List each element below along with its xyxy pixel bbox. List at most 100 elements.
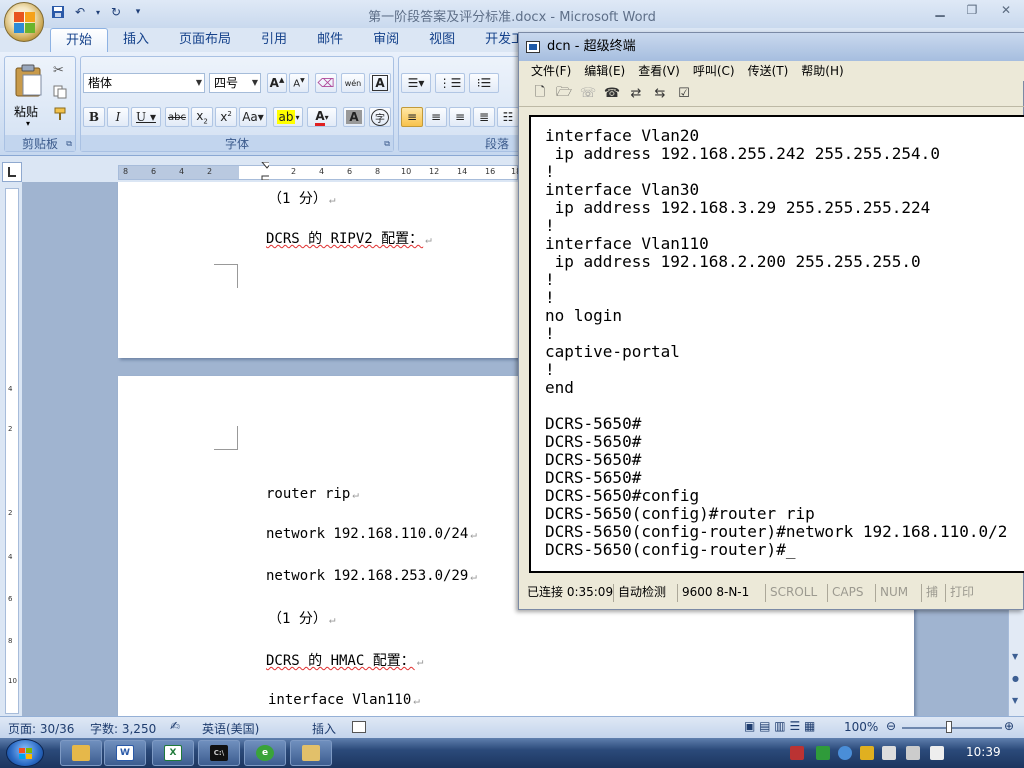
open-icon[interactable]: 🗁 xyxy=(555,85,573,103)
zoom-out-icon[interactable]: ⊖ xyxy=(886,719,896,733)
bold-button[interactable]: B xyxy=(83,107,105,127)
terminal-line: DCRS-5650(config-router)#network 192.168… xyxy=(545,522,1008,541)
customize-qat-icon[interactable]: ▾ xyxy=(130,4,146,20)
tab-home[interactable]: 开始 xyxy=(50,28,109,52)
font-size-dropdown-icon[interactable]: ▼ xyxy=(252,74,258,92)
tab-selector-button[interactable] xyxy=(2,162,22,182)
tab-mailings[interactable]: 邮件 xyxy=(302,28,358,52)
tab-references[interactable]: 引用 xyxy=(246,28,302,52)
underline-button[interactable]: U ▾ xyxy=(131,107,161,127)
menu-transfer[interactable]: 传送(T) xyxy=(748,61,789,81)
tab-insert[interactable]: 插入 xyxy=(108,28,164,52)
taskbar-cmd[interactable]: C:\ xyxy=(198,740,240,766)
paste-button[interactable]: 粘贴 ▾ xyxy=(11,61,47,131)
align-right-button[interactable]: ≡ xyxy=(449,107,471,127)
character-border-button[interactable]: A xyxy=(369,73,391,93)
justify-button[interactable]: ≣ xyxy=(473,107,495,127)
zoom-level[interactable]: 100% xyxy=(844,720,878,734)
clear-formatting-button[interactable]: ⌫ xyxy=(315,73,337,93)
distributed-button[interactable]: ☷ xyxy=(497,107,519,127)
send-icon[interactable]: ⇄ xyxy=(627,85,645,103)
tray-device-icon[interactable] xyxy=(882,746,896,760)
scroll-down-icon[interactable]: ▼ xyxy=(1012,652,1018,661)
tray-volume-icon[interactable] xyxy=(930,746,944,760)
taskbar-explorer[interactable] xyxy=(60,740,102,766)
taskbar-excel[interactable]: X xyxy=(152,740,194,766)
tray-network-icon[interactable] xyxy=(860,746,874,760)
clipboard-launcher-icon[interactable]: ⧉ xyxy=(66,139,72,149)
browse-object-icon[interactable]: ● xyxy=(1012,674,1019,683)
taskbar-browser[interactable]: e xyxy=(244,740,286,766)
align-left-button[interactable]: ≡ xyxy=(401,107,423,127)
font-name-dropdown-icon[interactable]: ▼ xyxy=(196,74,202,92)
maximize-button[interactable]: ❐ xyxy=(960,3,984,17)
tray-app-icon[interactable] xyxy=(790,746,804,760)
undo-dropdown-icon[interactable]: ▾ xyxy=(94,4,102,20)
grow-font-button[interactable]: A▲ xyxy=(267,73,287,93)
taskbar-hyperterminal[interactable] xyxy=(290,740,332,766)
font-color-button[interactable]: A ▾ xyxy=(307,107,337,127)
tab-page-layout[interactable]: 页面布局 xyxy=(164,28,246,52)
strikethrough-button[interactable]: abc xyxy=(165,107,189,127)
horizontal-ruler[interactable]: 8 6 4 2 2 4 6 8 10 12 14 16 18 xyxy=(118,162,521,180)
word-count[interactable]: 字数: 3,250 xyxy=(90,720,156,737)
vertical-ruler[interactable]: 4 2 2 4 6 8 10 xyxy=(5,188,19,714)
taskbar-word[interactable]: W xyxy=(104,740,146,766)
numbering-button[interactable]: ⋮☰ xyxy=(435,73,465,93)
menu-help[interactable]: 帮助(H) xyxy=(801,61,843,81)
tray-shield-icon[interactable] xyxy=(838,746,852,760)
taskbar-clock[interactable]: 10:39 xyxy=(966,745,1001,759)
italic-button[interactable]: I xyxy=(107,107,129,127)
language-status[interactable]: 英语(美国) xyxy=(202,720,259,737)
terminal-screen[interactable]: interface Vlan20 ip address 192.168.255.… xyxy=(529,115,1024,573)
font-size-combo[interactable]: 四号 ▼ xyxy=(209,73,261,93)
new-connection-icon[interactable]: 🗋 xyxy=(531,85,549,103)
zoom-in-icon[interactable]: ⊕ xyxy=(1004,719,1014,733)
insert-mode[interactable]: 插入 xyxy=(312,720,336,737)
zoom-slider-thumb[interactable] xyxy=(946,721,952,733)
call-icon[interactable]: ☏ xyxy=(579,85,597,103)
paste-dropdown-icon[interactable]: ▾ xyxy=(26,119,30,128)
tab-review[interactable]: 审阅 xyxy=(358,28,414,52)
font-launcher-icon[interactable]: ⧉ xyxy=(384,139,390,149)
bullets-button[interactable]: ☰▾ xyxy=(401,73,431,93)
menu-view[interactable]: 查看(V) xyxy=(638,61,680,81)
format-painter-icon[interactable] xyxy=(53,107,67,121)
disconnect-icon[interactable]: ☎ xyxy=(603,85,621,103)
enclose-characters-button[interactable]: 字 xyxy=(369,107,391,127)
tray-ime-icon[interactable] xyxy=(906,746,920,760)
cut-icon[interactable]: ✂ xyxy=(53,63,64,78)
close-button[interactable]: ✕ xyxy=(994,3,1018,17)
zoom-slider[interactable] xyxy=(902,727,1002,729)
menu-file[interactable]: 文件(F) xyxy=(531,61,571,81)
shrink-font-button[interactable]: A▼ xyxy=(289,73,309,93)
character-shading-button[interactable]: A xyxy=(343,107,365,127)
view-buttons[interactable]: ▣ ▤ ▥ ☰ ▦ xyxy=(744,719,815,733)
tab-view[interactable]: 视图 xyxy=(414,28,470,52)
properties-icon[interactable]: ☑ xyxy=(675,85,693,103)
proofing-icon[interactable]: ✍ xyxy=(170,719,180,733)
indent-marker-icon[interactable] xyxy=(261,162,269,180)
phonetic-guide-button[interactable]: wén xyxy=(341,73,365,93)
save-icon[interactable] xyxy=(50,4,66,20)
highlight-button[interactable]: ab ▾ xyxy=(273,107,303,127)
copy-icon[interactable] xyxy=(53,85,67,99)
menu-edit[interactable]: 编辑(E) xyxy=(584,61,625,81)
font-name-combo[interactable]: 楷体 ▼ xyxy=(83,73,205,93)
undo-icon[interactable]: ↶ xyxy=(72,4,88,20)
start-button[interactable] xyxy=(6,739,44,767)
subscript-button[interactable]: x2 xyxy=(191,107,213,127)
superscript-button[interactable]: x2 xyxy=(215,107,237,127)
page-count[interactable]: 页面: 30/36 xyxy=(8,720,74,737)
align-center-button[interactable]: ≡ xyxy=(425,107,447,127)
menu-call[interactable]: 呼叫(C) xyxy=(693,61,735,81)
next-page-icon[interactable]: ▼ xyxy=(1012,696,1018,705)
tray-security-icon[interactable] xyxy=(816,746,830,760)
redo-icon[interactable]: ↻ xyxy=(108,4,124,20)
minimize-button[interactable]: ▁ xyxy=(928,3,952,17)
macro-record-icon[interactable] xyxy=(352,721,366,733)
office-button[interactable] xyxy=(4,2,44,42)
multilevel-list-button[interactable]: ⁝☰ xyxy=(469,73,499,93)
receive-icon[interactable]: ⇆ xyxy=(651,85,669,103)
change-case-button[interactable]: Aa▾ xyxy=(239,107,267,127)
